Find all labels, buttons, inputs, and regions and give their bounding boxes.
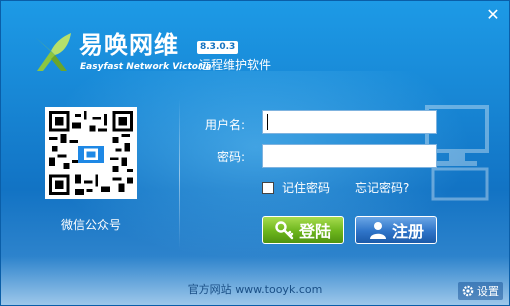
- green-leaf-logo-icon: [35, 33, 71, 71]
- official-site-link[interactable]: www.tooyk.com: [235, 283, 322, 296]
- footer: 官方网站 www.tooyk.com: [1, 283, 509, 297]
- brand-name-en: Easyfast Network Victoria: [80, 62, 212, 72]
- brand-name-cn: 易唤网维: [79, 31, 179, 59]
- login-button[interactable]: 登陆: [262, 216, 344, 244]
- username-label: 用户名:: [204, 118, 245, 132]
- official-site-label: 官方网站: [187, 283, 232, 296]
- version-badge: 8.3.0.3: [197, 41, 239, 54]
- login-window: ✕ 易唤网维 8.3.0.3 Easyfast Network Victoria…: [0, 0, 510, 306]
- login-button-label: 登陆: [298, 222, 331, 241]
- settings-label: 设置: [477, 285, 499, 298]
- remember-password-label[interactable]: 记住密码: [282, 181, 330, 195]
- gear-icon: [462, 285, 474, 297]
- wechat-official-account-label: 微信公众号: [60, 218, 121, 232]
- qr-code: [45, 107, 137, 199]
- password-label: 密码:: [216, 150, 245, 164]
- register-button-label: 注册: [391, 222, 424, 241]
- remember-password-checkbox[interactable]: [262, 182, 274, 194]
- qr-code-icon: [49, 111, 133, 195]
- vertical-divider: [179, 99, 180, 249]
- username-input[interactable]: [262, 110, 437, 134]
- close-button[interactable]: ✕: [483, 6, 503, 24]
- key-icon: [275, 221, 294, 240]
- forgot-password-link[interactable]: 忘记密码?: [355, 181, 409, 195]
- product-subtitle: 远程维护软件: [199, 58, 272, 72]
- user-icon: [369, 222, 386, 239]
- settings-button[interactable]: 设置: [458, 282, 503, 300]
- register-button[interactable]: 注册: [355, 216, 437, 244]
- password-input[interactable]: [262, 144, 437, 168]
- text-caret: [267, 114, 268, 130]
